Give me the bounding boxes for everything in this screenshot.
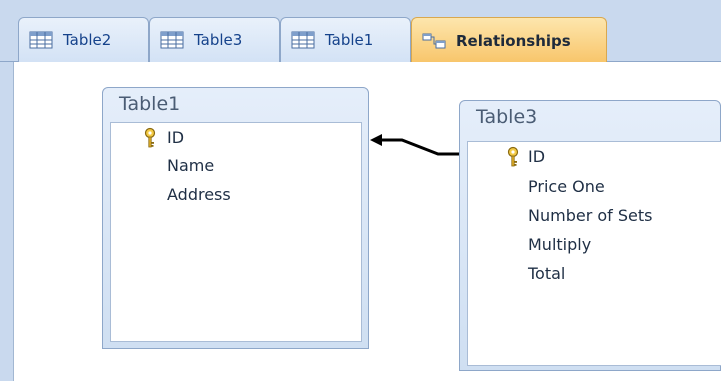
primary-key-icon [144, 127, 156, 148]
relationship-arrowhead [370, 134, 382, 146]
relationships-icon [422, 33, 446, 48]
primary-key-icon [507, 146, 519, 167]
primary-key-field[interactable]: ID [167, 128, 184, 147]
relationships-canvas[interactable]: Table1 ID Name Address Table3 ID Price O… [14, 62, 721, 381]
tab-table3[interactable]: Table3 [149, 17, 280, 62]
tab-table2[interactable]: Table2 [18, 17, 149, 62]
field-list-body: ID Price One Number of Sets Multiply Tot… [467, 141, 721, 366]
document-tab-bar: Table2 Table3 Table1 Relationships [0, 0, 721, 63]
field-number-of-sets[interactable]: Number of Sets [528, 206, 652, 225]
field-total[interactable]: Total [528, 264, 565, 283]
field-price-one[interactable]: Price One [528, 177, 605, 196]
tab-label: Relationships [456, 31, 571, 50]
field-address[interactable]: Address [167, 185, 231, 204]
table3-field-list[interactable]: Table3 ID Price One Number of Sets Multi… [459, 100, 721, 371]
tab-label: Table3 [194, 31, 243, 49]
table-icon [160, 31, 184, 49]
table-icon [29, 31, 53, 49]
table-title: Table1 [119, 93, 181, 115]
tab-relationships[interactable]: Relationships [411, 17, 607, 63]
primary-key-field[interactable]: ID [528, 147, 545, 166]
tab-label: Table1 [325, 31, 374, 49]
field-multiply[interactable]: Multiply [528, 235, 591, 254]
tab-table1[interactable]: Table1 [280, 17, 411, 62]
table-icon [291, 31, 315, 49]
table-title: Table3 [476, 106, 538, 128]
field-list-body: ID Name Address [110, 122, 362, 342]
field-name[interactable]: Name [167, 156, 214, 175]
table1-field-list[interactable]: Table1 ID Name Address [102, 87, 369, 349]
tab-label: Table2 [63, 31, 112, 49]
left-border [0, 62, 14, 381]
